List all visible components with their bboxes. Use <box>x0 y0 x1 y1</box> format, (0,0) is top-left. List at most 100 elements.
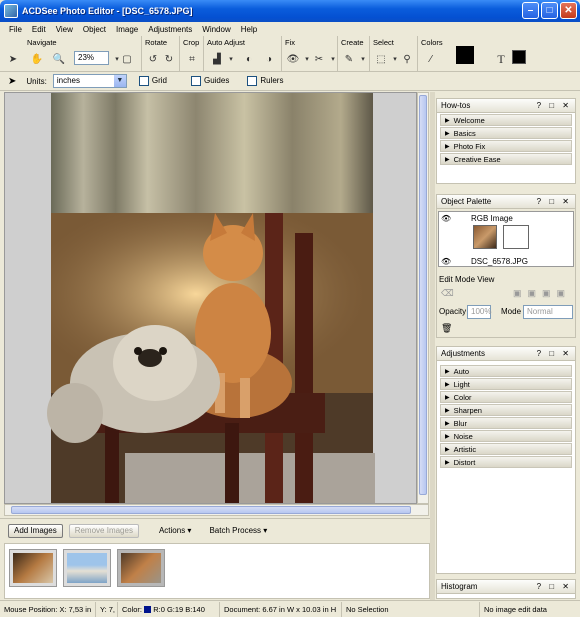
photo-image <box>47 93 375 503</box>
panel-controls[interactable]: ? □ ✕ <box>537 101 572 110</box>
trash-icon[interactable]: 🗑 <box>441 323 452 334</box>
zoom-tool-icon[interactable]: 🔍 <box>52 52 66 66</box>
maximize-button[interactable]: □ <box>541 2 558 19</box>
histogram-header: Histogram ? □ ✕ <box>437 580 575 594</box>
text-color-swatch[interactable] <box>512 50 526 64</box>
object-palette-panel: Object Palette ? □ ✕ 👁 RGB Image 👁 DSC_6… <box>436 194 576 338</box>
histogram-panel: Histogram ? □ ✕ <box>436 579 576 599</box>
text-tool-icon[interactable]: T <box>494 52 508 66</box>
chevron-down-icon: ▾ <box>187 526 192 535</box>
fit-icon[interactable]: ▢ <box>120 52 134 66</box>
crop-icon[interactable]: ⌗ <box>185 52 199 66</box>
mode-label: Mode <box>501 307 522 316</box>
blend-mode-select[interactable]: Normal <box>523 305 573 319</box>
edit-data-status: No image edit data <box>484 604 547 614</box>
remove-images-button[interactable]: Remove Images <box>68 523 139 538</box>
pointer-tool-icon[interactable]: ➤ <box>6 52 20 66</box>
select-group: Select ⬚ ▾ ⚲ <box>370 36 418 72</box>
guides-checkbox[interactable]: Guides <box>190 76 229 86</box>
panel-splitter[interactable] <box>430 92 435 600</box>
thumbnail-3-selected[interactable] <box>117 549 165 587</box>
crop-label: Crop <box>183 38 200 47</box>
adjust-item-artistic[interactable]: ▶ Artistic <box>440 443 572 455</box>
panel-controls[interactable]: ? □ ✕ <box>537 349 572 358</box>
vertical-scrollbar[interactable] <box>417 92 429 504</box>
menu-view[interactable]: View <box>51 25 78 34</box>
delete-layer-icon[interactable]: ⌫ <box>441 288 454 299</box>
howto-item-photo-fix[interactable]: ▶ Photo Fix <box>440 140 572 152</box>
adjust-item-color[interactable]: ▶ Color <box>440 391 572 403</box>
rulers-checkbox[interactable]: Rulers <box>247 76 283 86</box>
expand-icon: ▶ <box>445 446 450 453</box>
vertical-scroll-thumb[interactable] <box>419 95 427 495</box>
red-eye-icon[interactable]: 👁 <box>286 52 300 66</box>
adjust-item-light[interactable]: ▶ Light <box>440 378 572 390</box>
rotate-right-icon[interactable]: ↻ <box>162 52 176 66</box>
color-swatch <box>144 606 152 614</box>
panel-controls[interactable]: ? □ ✕ <box>537 582 572 591</box>
horizontal-scrollbar[interactable] <box>4 504 429 516</box>
marquee-icon[interactable]: ⬚ <box>374 52 388 66</box>
howto-item-welcome[interactable]: ▶ Welcome <box>440 114 572 126</box>
thumbnail-2[interactable] <box>63 549 111 587</box>
auto-level-icon[interactable]: ▟ <box>210 52 224 66</box>
create-label: Create <box>341 38 364 47</box>
grid-label: Grid <box>151 76 167 86</box>
actions-menu[interactable]: Actions ▾ <box>159 526 191 535</box>
menu-edit[interactable]: Edit <box>27 25 51 34</box>
layer-dsc-6578[interactable]: DSC_6578.JPG <box>471 257 528 266</box>
minimize-button[interactable]: – <box>522 2 539 19</box>
menu-object[interactable]: Object <box>78 25 111 34</box>
eyedropper-icon[interactable]: ⁄ <box>424 52 438 66</box>
auto-color-icon[interactable]: ◑ <box>262 52 276 66</box>
batch-process-menu[interactable]: Batch Process ▾ <box>209 526 267 535</box>
foreground-color-swatch[interactable] <box>456 46 474 64</box>
adjust-item-distort[interactable]: ▶ Distort <box>440 456 572 468</box>
auto-adjust-label: Auto Adjust <box>207 38 245 47</box>
menu-adjustments[interactable]: Adjustments <box>143 25 197 34</box>
selection-status: No Selection <box>342 601 480 617</box>
thumbnail-1[interactable] <box>9 549 57 587</box>
add-images-button[interactable]: Add Images <box>8 523 63 538</box>
expand-icon: ▶ <box>445 368 450 375</box>
menu-file[interactable]: File <box>4 25 27 34</box>
mouse-position-y: Y: 7, <box>96 601 118 617</box>
options-bar: ➤ Units: inches ▼ Grid Guides Rulers <box>0 72 580 91</box>
menu-window[interactable]: Window <box>197 25 235 34</box>
brush-dropdown-icon[interactable]: ▾ <box>356 52 370 66</box>
menu-image[interactable]: Image <box>111 25 143 34</box>
auto-exposure-icon[interactable]: ◐ <box>242 52 256 66</box>
image-canvas[interactable] <box>4 92 417 504</box>
rotate-left-icon[interactable]: ↺ <box>146 52 160 66</box>
menu-help[interactable]: Help <box>236 25 262 34</box>
adjust-item-noise[interactable]: ▶ Noise <box>440 430 572 442</box>
hand-tool-icon[interactable]: ✋ <box>30 52 44 66</box>
edit-mode-label: Edit Mode View <box>439 275 495 284</box>
auto-level-dropdown-icon[interactable]: ▾ <box>224 52 238 66</box>
howto-item-basics[interactable]: ▶ Basics <box>440 127 572 139</box>
opacity-field[interactable]: 100% <box>467 305 491 319</box>
adjust-item-sharpen[interactable]: ▶ Sharpen <box>440 404 572 416</box>
howto-item-creative-ease[interactable]: ▶ Creative Ease <box>440 153 572 165</box>
grid-checkbox[interactable]: Grid <box>138 76 167 86</box>
eye-icon[interactable]: 👁 <box>441 257 451 266</box>
layer-tools-icon[interactable]: ▣▣▣▣ <box>513 288 571 299</box>
adjust-item-blur[interactable]: ▶ Blur <box>440 417 572 429</box>
colors-label: Colors <box>421 38 443 47</box>
zoom-level-field[interactable]: 23% <box>74 51 109 65</box>
eye-icon[interactable]: 👁 <box>441 214 451 223</box>
layer-rgb-image[interactable]: RGB Image <box>471 214 513 223</box>
expand-icon: ▶ <box>445 143 450 150</box>
repair-icon[interactable]: ✂ <box>312 52 326 66</box>
howtos-panel: How-tos ? □ ✕ ▶ Welcome ▶ Basics ▶ Photo Fi… <box>436 98 576 184</box>
horizontal-scroll-thumb[interactable] <box>11 506 411 514</box>
units-label: Units: <box>26 76 47 86</box>
units-select[interactable]: inches ▼ <box>52 74 127 88</box>
magic-wand-icon[interactable]: ⚲ <box>400 52 414 66</box>
layer-list[interactable]: 👁 RGB Image 👁 DSC_6578.JPG <box>438 211 574 267</box>
brush-icon[interactable]: ✎ <box>342 52 356 66</box>
close-button[interactable]: ✕ <box>560 2 577 19</box>
crop-group: Crop ⌗ <box>180 36 204 72</box>
adjust-item-auto[interactable]: ▶ Auto <box>440 365 572 377</box>
panel-controls[interactable]: ? □ ✕ <box>537 197 572 206</box>
